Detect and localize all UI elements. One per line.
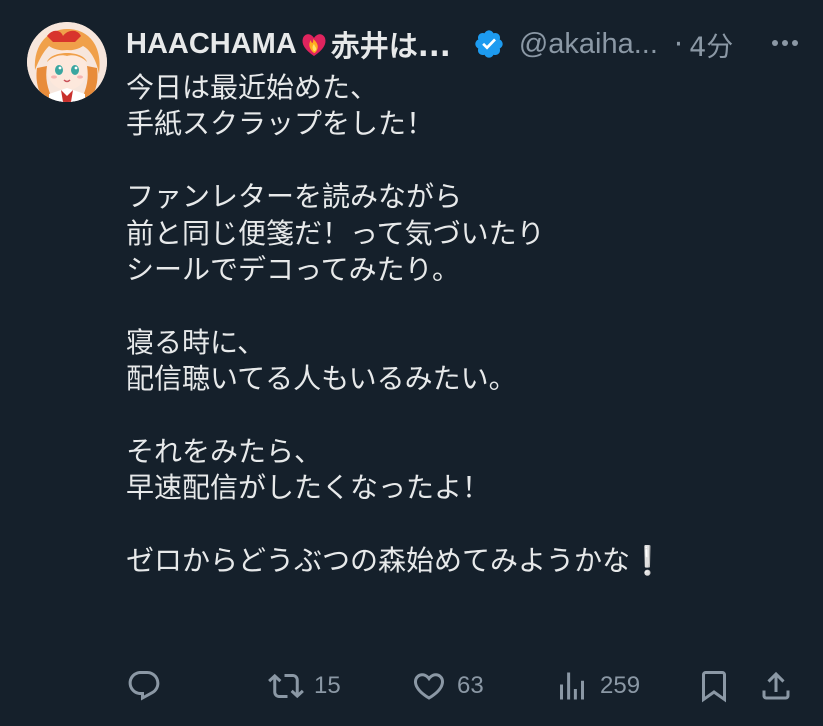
like-count: 63 bbox=[457, 672, 484, 699]
like-button[interactable]: 63 bbox=[411, 666, 484, 706]
reply-icon bbox=[126, 668, 162, 704]
tweet-text: 今日は最近始めた、 手紙スクラップをした！ ファンレターを読みながら 前と同じ便… bbox=[126, 71, 665, 578]
retweet-count: 15 bbox=[314, 672, 341, 699]
tweet-header: HAACHAMA 赤井は... @akaiha... · 4分 bbox=[126, 22, 803, 66]
views-icon bbox=[554, 668, 590, 704]
avatar[interactable] bbox=[27, 22, 107, 102]
views-button[interactable]: 259 bbox=[554, 666, 640, 706]
share-button[interactable] bbox=[758, 666, 794, 706]
display-name-latin[interactable]: HAACHAMA bbox=[126, 28, 297, 61]
reply-button[interactable] bbox=[126, 666, 162, 706]
views-count: 259 bbox=[600, 672, 641, 699]
verified-badge-icon[interactable] bbox=[473, 28, 505, 60]
separator-dot: · bbox=[673, 27, 684, 61]
action-bar: 15 63 259 bbox=[126, 666, 796, 706]
fire-heart-icon bbox=[299, 29, 329, 59]
retweet-icon bbox=[268, 668, 304, 704]
timestamp[interactable]: 4分 bbox=[689, 25, 733, 64]
retweet-button[interactable]: 15 bbox=[268, 666, 341, 706]
like-icon bbox=[411, 668, 447, 704]
more-icon[interactable] bbox=[767, 28, 803, 58]
share-icon bbox=[758, 668, 794, 704]
bookmark-icon bbox=[696, 668, 732, 704]
display-name-jp[interactable]: 赤井は... bbox=[331, 23, 451, 65]
avatar-image bbox=[27, 22, 107, 102]
tweet[interactable]: HAACHAMA 赤井は... @akaiha... · 4分 今日は最近始めた… bbox=[0, 0, 823, 726]
bookmark-button[interactable] bbox=[696, 666, 732, 706]
handle[interactable]: @akaiha... bbox=[519, 28, 658, 61]
